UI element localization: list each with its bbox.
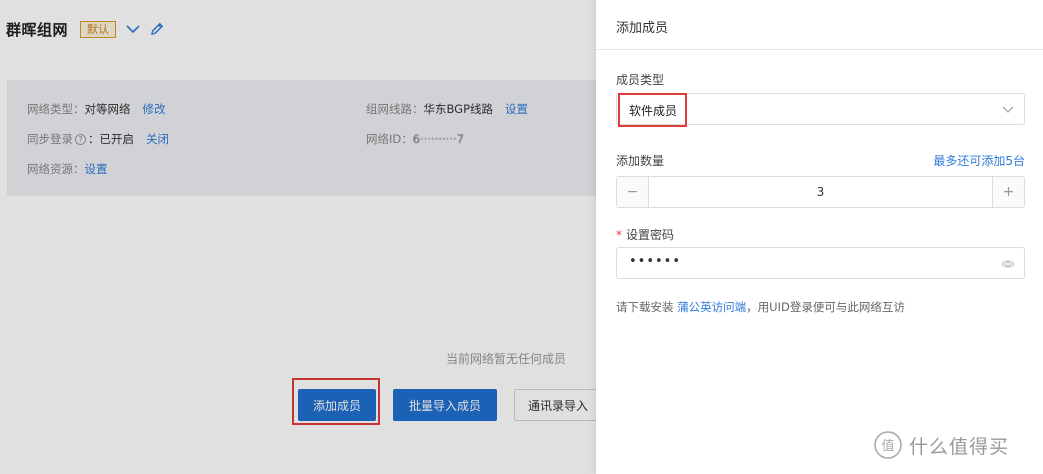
client-download-link[interactable]: 蒲公英访问端 [677, 300, 746, 314]
tip-suffix: ，用UID登录便可与此网络互访 [746, 300, 905, 314]
chevron-down-icon [1002, 103, 1014, 117]
drawer-title: 添加成员 [616, 21, 669, 36]
add-member-drawer: 添加成员 成员类型 软件成员 添加数量 最多还可添加5台 − 3 + * 设置密码… [596, 0, 1043, 474]
member-type-label: 成员类型 [616, 73, 665, 87]
eye-icon[interactable] [1001, 258, 1015, 272]
drawer-divider [596, 49, 1043, 50]
increment-button[interactable]: + [992, 177, 1024, 207]
password-field[interactable]: •••••• [616, 247, 1025, 279]
decrement-button[interactable]: − [617, 177, 649, 207]
watermark-logo-icon: 值 [874, 431, 902, 459]
count-hint: 最多还可添加5台 [933, 154, 1025, 168]
quantity-stepper: − 3 + [616, 176, 1025, 208]
member-type-select[interactable]: 软件成员 [616, 93, 1025, 125]
password-label-row: * 设置密码 [616, 226, 674, 243]
password-label: 设置密码 [626, 228, 675, 242]
member-type-value: 软件成员 [629, 104, 678, 118]
watermark: 值 什么值得买 [873, 430, 1009, 460]
watermark-text: 什么值得买 [909, 435, 1010, 458]
svg-text:值: 值 [881, 438, 894, 454]
password-value: •••••• [629, 254, 682, 269]
download-tip: 请下载安装 蒲公英访问端，用UID登录便可与此网络互访 [616, 299, 905, 315]
required-mark: * [616, 228, 622, 242]
modal-overlay[interactable] [0, 0, 596, 474]
count-label: 添加数量 [616, 154, 665, 168]
quantity-input[interactable]: 3 [649, 177, 992, 207]
tip-prefix: 请下载安装 [616, 300, 678, 314]
